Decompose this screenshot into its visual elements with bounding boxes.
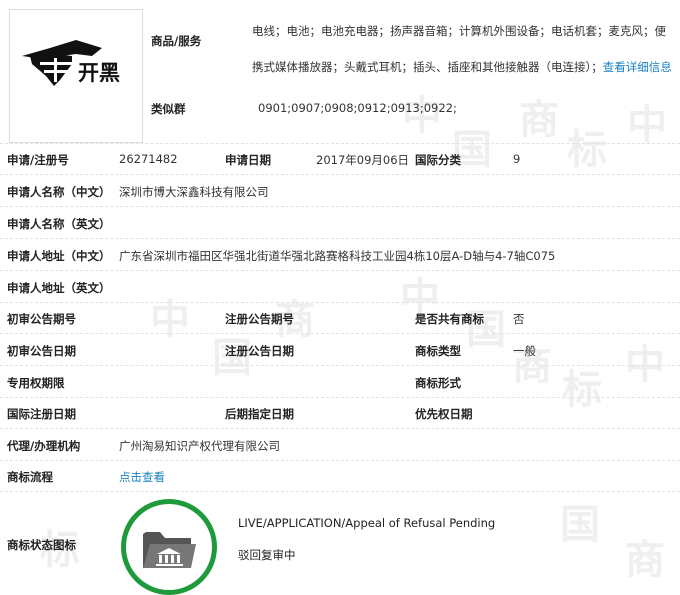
divider: [0, 302, 680, 303]
trademark-logo-icon: 开黑: [22, 40, 120, 86]
watermark-char: 标: [567, 127, 607, 173]
folder-building-icon: [143, 532, 196, 568]
trademark-logo-text: 开黑: [78, 61, 120, 85]
trademark-image: 开黑: [9, 9, 143, 143]
status-label: 商标状态图标: [7, 538, 76, 552]
similar-group-label: 类似群: [151, 102, 186, 116]
status-en: LIVE/APPLICATION/Appeal of Refusal Pendi…: [238, 516, 496, 530]
goods-value: 电线；电池；电池充电器；扬声器音箱；计算机外围设备；电话机套；麦克风；便携式媒体…: [252, 13, 672, 85]
divider: [0, 270, 680, 271]
watermark-char: 中: [150, 297, 190, 343]
watermark-char: 标: [562, 367, 602, 413]
reg-no-value: 26271482: [119, 152, 178, 166]
watermark-char: 商: [625, 537, 665, 583]
intl-reg-date-label: 国际注册日期: [7, 407, 76, 421]
tm-type-label: 商标类型: [415, 344, 461, 358]
reg-pub-no-label: 注册公告期号: [225, 312, 294, 326]
agent-value: 广州淘易知识产权代理有限公司: [119, 439, 280, 453]
divider: [0, 491, 680, 492]
later-date-label: 后期指定日期: [225, 407, 294, 421]
divider: [0, 206, 680, 207]
address-cn-label: 申请人地址（中文）: [7, 249, 111, 263]
app-date-label: 申请日期: [225, 153, 271, 167]
watermark-char: 国: [560, 502, 600, 548]
divider: [0, 365, 680, 366]
prelim-pub-no-label: 初审公告期号: [7, 312, 76, 326]
app-date-value: 2017年09月06日: [316, 153, 410, 167]
tm-type-value: 一般: [513, 344, 536, 358]
goods-label: 商品/服务: [151, 34, 202, 48]
view-details-link[interactable]: 查看详细信息: [603, 60, 672, 74]
similar-group-value: 0901;0907;0908;0912;0913;0922;: [258, 101, 457, 115]
exclusive-period-label: 专用权期限: [7, 376, 65, 390]
applicant-cn-label: 申请人名称（中文）: [7, 185, 111, 199]
shared-tm-label: 是否共有商标: [415, 312, 484, 326]
shared-tm-value: 否: [513, 312, 525, 326]
address-cn-value: 广东省深圳市福田区华强北街道华强北路赛格科技工业园4栋10层A-D轴与4-7轴C…: [119, 249, 556, 263]
applicant-en-label: 申请人名称（英文）: [7, 217, 111, 231]
divider: [0, 428, 680, 429]
priority-date-label: 优先权日期: [415, 407, 473, 421]
divider: [0, 238, 680, 239]
status-cn: 驳回复审中: [238, 548, 296, 562]
watermark-char: 中: [627, 102, 667, 148]
process-view-link[interactable]: 点击查看: [119, 469, 165, 485]
divider: [0, 174, 680, 175]
divider: [0, 333, 680, 334]
prelim-pub-date-label: 初审公告日期: [7, 344, 76, 358]
status-badge: [121, 499, 217, 595]
reg-no-label: 申请/注册号: [7, 153, 69, 167]
reg-pub-date-label: 注册公告日期: [225, 344, 294, 358]
divider: [0, 397, 680, 398]
intl-class-value: 9: [513, 152, 521, 166]
intl-class-label: 国际分类: [415, 153, 461, 167]
address-en-label: 申请人地址（英文）: [7, 281, 111, 295]
applicant-cn-value: 深圳市博大深鑫科技有限公司: [119, 185, 269, 199]
tm-form-label: 商标形式: [415, 376, 461, 390]
process-label: 商标流程: [7, 470, 53, 484]
divider: [0, 460, 680, 461]
agent-label: 代理/办理机构: [7, 439, 81, 453]
watermark-char: 商: [519, 97, 559, 143]
divider: [0, 143, 680, 144]
